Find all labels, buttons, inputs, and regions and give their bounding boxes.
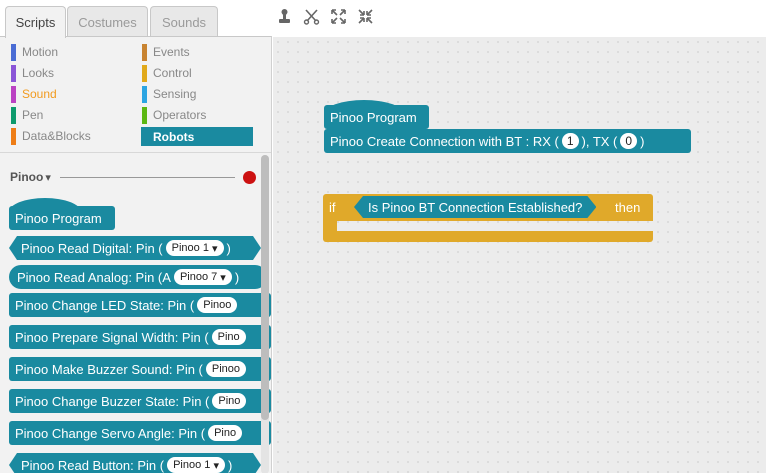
pin-dropdown[interactable]: Pinoo 1 ▾ <box>166 240 224 256</box>
category-swatch <box>11 64 16 82</box>
pin-dropdown[interactable]: Pinoo <box>205 361 247 377</box>
block-change-buzzer-state[interactable]: Pinoo Change Buzzer State: Pin ( Pino <box>9 389 271 413</box>
condition-bt-established[interactable]: Is Pinoo BT Connection Established? <box>354 196 596 218</box>
block-change-servo-angle[interactable]: Pinoo Change Servo Angle: Pin ( Pino <box>9 421 271 445</box>
stamp-icon[interactable] <box>276 8 293 25</box>
script-if-block[interactable]: if Is Pinoo BT Connection Established? t… <box>323 194 653 247</box>
tab-scripts[interactable]: Scripts <box>5 6 66 38</box>
category-swatch <box>11 127 16 145</box>
pin-dropdown[interactable]: Pino <box>212 393 247 409</box>
pin-dropdown[interactable]: Pinoo <box>197 297 238 313</box>
if-block-bottom <box>323 231 653 242</box>
pin-dropdown[interactable]: Pino <box>208 425 243 441</box>
category-operators[interactable]: Operators <box>142 106 206 124</box>
pin-dropdown[interactable]: Pinoo 1 ▾ <box>167 457 225 473</box>
pin-dropdown[interactable]: Pino <box>211 329 246 345</box>
chevron-down-icon: ▾ <box>45 171 51 184</box>
connection-status-icon <box>243 171 256 184</box>
palette-scrollbar-thumb[interactable] <box>261 155 269 420</box>
pin-dropdown[interactable]: Pinoo 7 ▾ <box>173 269 232 285</box>
category-control[interactable]: Control <box>142 64 192 82</box>
tab-bar: Scripts Costumes Sounds <box>0 0 766 38</box>
block-change-led-state[interactable]: Pinoo Change LED State: Pin ( Pinoo <box>9 293 271 317</box>
extension-separator <box>60 177 235 178</box>
script-create-connection[interactable]: Pinoo Create Connection with BT : RX ( 1… <box>324 129 691 153</box>
shrink-icon[interactable] <box>357 8 374 25</box>
tab-costumes[interactable]: Costumes <box>67 6 148 37</box>
category-sound[interactable]: Sound <box>11 85 57 103</box>
category-swatch <box>142 43 147 61</box>
block-prepare-signal-width[interactable]: Pinoo Prepare Signal Width: Pin ( Pino <box>9 325 271 349</box>
extension-header[interactable]: Pinoo ▾ <box>10 170 51 184</box>
category-swatch <box>11 106 16 124</box>
grow-icon[interactable] <box>330 8 347 25</box>
block-pinoo-program[interactable]: Pinoo Program <box>9 206 115 230</box>
block-make-buzzer-sound[interactable]: Pinoo Make Buzzer Sound: Pin ( Pinoo <box>9 357 271 381</box>
tx-input[interactable]: 0 <box>620 133 638 149</box>
then-label: then <box>615 200 641 215</box>
block-read-analog[interactable]: Pinoo Read Analog: Pin (A Pinoo 7 ▾ ) <box>9 265 267 289</box>
sprite-toolbar <box>276 8 374 25</box>
block-palette: Motion Looks Sound Pen Data&Blocks Event… <box>0 36 272 473</box>
if-label: if <box>329 200 336 215</box>
category-events[interactable]: Events <box>142 43 190 61</box>
category-swatch <box>142 64 147 82</box>
category-swatch <box>11 85 16 103</box>
category-sensing[interactable]: Sensing <box>142 85 196 103</box>
script-pinoo-program[interactable]: Pinoo Program <box>324 105 429 129</box>
category-swatch <box>142 85 147 103</box>
cut-icon[interactable] <box>303 8 320 25</box>
category-swatch <box>142 106 147 124</box>
tab-sounds[interactable]: Sounds <box>150 6 218 37</box>
block-read-digital[interactable]: Pinoo Read Digital: Pin ( Pinoo 1 ▾ ) <box>9 236 261 260</box>
rx-input[interactable]: 1 <box>561 133 579 149</box>
block-read-button[interactable]: Pinoo Read Button: Pin ( Pinoo 1 ▾ ) <box>9 453 261 473</box>
category-robots[interactable]: Robots <box>141 127 253 146</box>
if-block-arm <box>323 221 337 231</box>
category-data-blocks[interactable]: Data&Blocks <box>11 127 91 145</box>
category-pen[interactable]: Pen <box>11 106 43 124</box>
category-motion[interactable]: Motion <box>11 43 58 61</box>
category-looks[interactable]: Looks <box>11 64 54 82</box>
palette-divider <box>0 152 271 153</box>
category-swatch <box>11 43 16 61</box>
